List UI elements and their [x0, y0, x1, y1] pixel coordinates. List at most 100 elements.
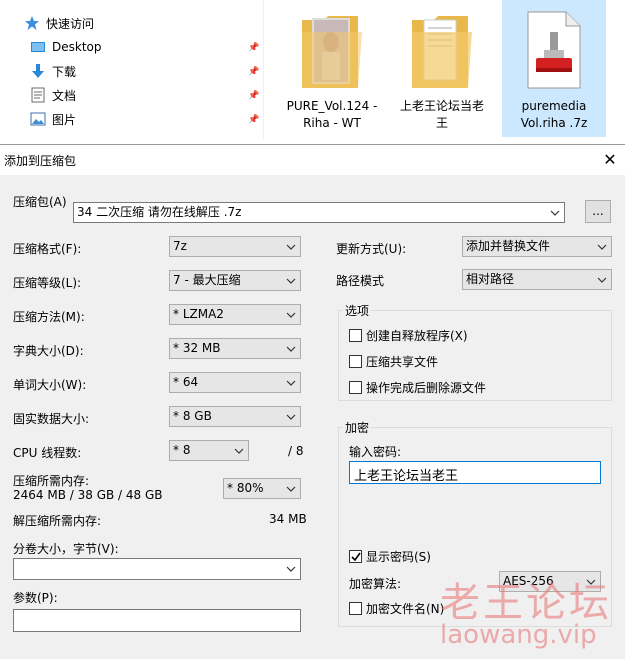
checkbox-box [349, 355, 362, 368]
nav-item-label: 图片 [52, 112, 77, 127]
nav-item-desktop[interactable]: Desktop [30, 37, 102, 57]
password-value: 上老王论坛当老王 [354, 469, 459, 484]
chevron-down-icon [285, 237, 297, 256]
checkbox-box [349, 381, 362, 394]
checkbox-label: 操作完成后删除源文件 [366, 381, 487, 395]
params-input[interactable] [13, 609, 301, 632]
nav-item-documents[interactable]: 文档 [30, 85, 76, 105]
password-input[interactable]: 上老王论坛当老王 [349, 461, 601, 484]
checkbox-label: 加密文件名(N) [366, 602, 445, 616]
archive-label: 压缩包(A) [13, 195, 67, 209]
cpu-label: CPU 线程数: [13, 446, 82, 460]
split-size-combo[interactable] [13, 558, 301, 580]
path-mode-select[interactable]: 相对路径 [462, 269, 612, 290]
checkbox-box [349, 602, 362, 615]
pin-icon[interactable]: 📌 [248, 43, 259, 53]
split-label: 分卷大小，字节(V): [13, 542, 119, 556]
nav-item-label: 文档 [52, 88, 77, 103]
pin-icon[interactable]: 📌 [248, 67, 259, 77]
method-value: * LZMA2 [173, 307, 224, 321]
browse-button[interactable]: ... [585, 200, 611, 223]
archive-path-value: 34 二次压缩 请勿在线解压 .7z [77, 205, 242, 219]
file-name: puremedia Vol.riha .7z [520, 99, 588, 130]
nav-item-label: 下载 [52, 64, 77, 79]
format-value: 7z [173, 239, 187, 253]
nav-item-pictures[interactable]: 图片 [30, 109, 76, 129]
word-label: 单词大小(W): [13, 378, 87, 392]
file-explorer: 快速访问 Desktop 下载 文档 图片 📌 📌 📌 📌 PURE_Vol.1… [0, 0, 625, 140]
folder-icon [302, 16, 362, 88]
nav-item-downloads[interactable]: 下载 [30, 61, 76, 81]
checkmark-icon [351, 552, 361, 562]
cpu-select[interactable]: * 8 [169, 440, 249, 461]
method-select[interactable]: * LZMA2 [169, 304, 301, 325]
file-tile-7z-archive[interactable]: puremedia Vol.riha .7z [502, 0, 606, 137]
dict-select[interactable]: * 32 MB [169, 338, 301, 359]
solid-select[interactable]: * 8 GB [169, 406, 301, 427]
pictures-icon [30, 111, 46, 127]
update-mode-select[interactable]: 添加并替换文件 [462, 236, 612, 257]
download-icon [30, 63, 46, 79]
solid-value: * 8 GB [173, 409, 212, 423]
chevron-down-icon [285, 407, 297, 426]
encrypt-filenames-checkbox[interactable]: 加密文件名(N) [349, 600, 444, 617]
chevron-down-icon [285, 559, 297, 578]
file-tile-folder-laowang[interactable]: 上老王论坛当老 王 [392, 0, 492, 137]
checkbox-box [349, 550, 362, 563]
checkbox-label: 压缩共享文件 [366, 355, 439, 369]
mem-select[interactable]: * 80% [223, 478, 301, 499]
pin-icon[interactable]: 📌 [248, 91, 259, 101]
cpu-value: * 8 [173, 443, 191, 457]
navigation-pane: 快速访问 Desktop 下载 文档 图片 📌 📌 📌 📌 [0, 0, 264, 140]
watermark-url: laowang.vip [440, 620, 597, 650]
solid-label: 固实数据大小: [13, 412, 90, 426]
encryption-title: 加密 [343, 419, 372, 436]
dict-label: 字典大小(D): [13, 344, 84, 358]
chevron-down-icon [233, 441, 245, 460]
mem-label: 压缩所需内存: [13, 474, 90, 488]
level-select[interactable]: 7 - 最大压缩 [169, 270, 301, 291]
dialog-titlebar[interactable]: 添加到压缩包 ✕ [0, 145, 625, 175]
level-label: 压缩等级(L): [13, 276, 82, 290]
options-title: 选项 [343, 302, 372, 319]
checkbox-label: 显示密码(S) [366, 550, 431, 564]
mem-value: * 80% [227, 481, 264, 495]
params-label: 参数(P): [13, 591, 58, 605]
method-label: 压缩方法(M): [13, 310, 85, 324]
nav-quick-access[interactable]: 快速访问 [24, 13, 94, 33]
path-mode-label: 路径模式 [336, 274, 385, 288]
dict-value: * 32 MB [173, 341, 221, 355]
document-icon [30, 87, 46, 103]
delete-after-checkbox[interactable]: 操作完成后删除源文件 [349, 379, 486, 396]
file-name: PURE_Vol.124 - Riha - WT [286, 99, 378, 130]
word-select[interactable]: * 64 [169, 372, 301, 393]
file-name: 上老王论坛当老 王 [399, 99, 484, 130]
format-select[interactable]: 7z [169, 236, 301, 257]
word-value: * 64 [173, 375, 199, 389]
sfx-checkbox[interactable]: 创建自释放程序(X) [349, 327, 468, 344]
star-icon [24, 15, 40, 31]
chevron-down-icon [549, 203, 561, 222]
path-mode-value: 相对路径 [466, 272, 515, 286]
chevron-down-icon [285, 479, 297, 498]
decomp-value: 34 MB [269, 512, 307, 526]
7z-archive-icon [527, 11, 581, 89]
format-label: 压缩格式(F): [13, 242, 82, 256]
close-button[interactable]: ✕ [595, 145, 625, 175]
pin-icon[interactable]: 📌 [248, 115, 259, 125]
password-label: 输入密码: [349, 445, 402, 459]
chevron-down-icon [596, 237, 608, 256]
dialog-title: 添加到压缩包 [4, 154, 77, 168]
chevron-down-icon [285, 373, 297, 392]
desktop-icon [30, 39, 46, 55]
chevron-down-icon [285, 305, 297, 324]
file-tile-folder-pure[interactable]: PURE_Vol.124 - Riha - WT [282, 0, 382, 137]
chevron-down-icon [285, 339, 297, 358]
shared-files-checkbox[interactable]: 压缩共享文件 [349, 353, 438, 370]
nav-item-label: Desktop [52, 40, 102, 54]
show-password-checkbox[interactable]: 显示密码(S) [349, 548, 431, 565]
folder-icon [412, 16, 472, 88]
checkbox-label: 创建自释放程序(X) [366, 329, 468, 343]
archive-path-combo[interactable]: 34 二次压缩 请勿在线解压 .7z [73, 202, 565, 223]
nav-quick-access-label: 快速访问 [46, 16, 95, 31]
